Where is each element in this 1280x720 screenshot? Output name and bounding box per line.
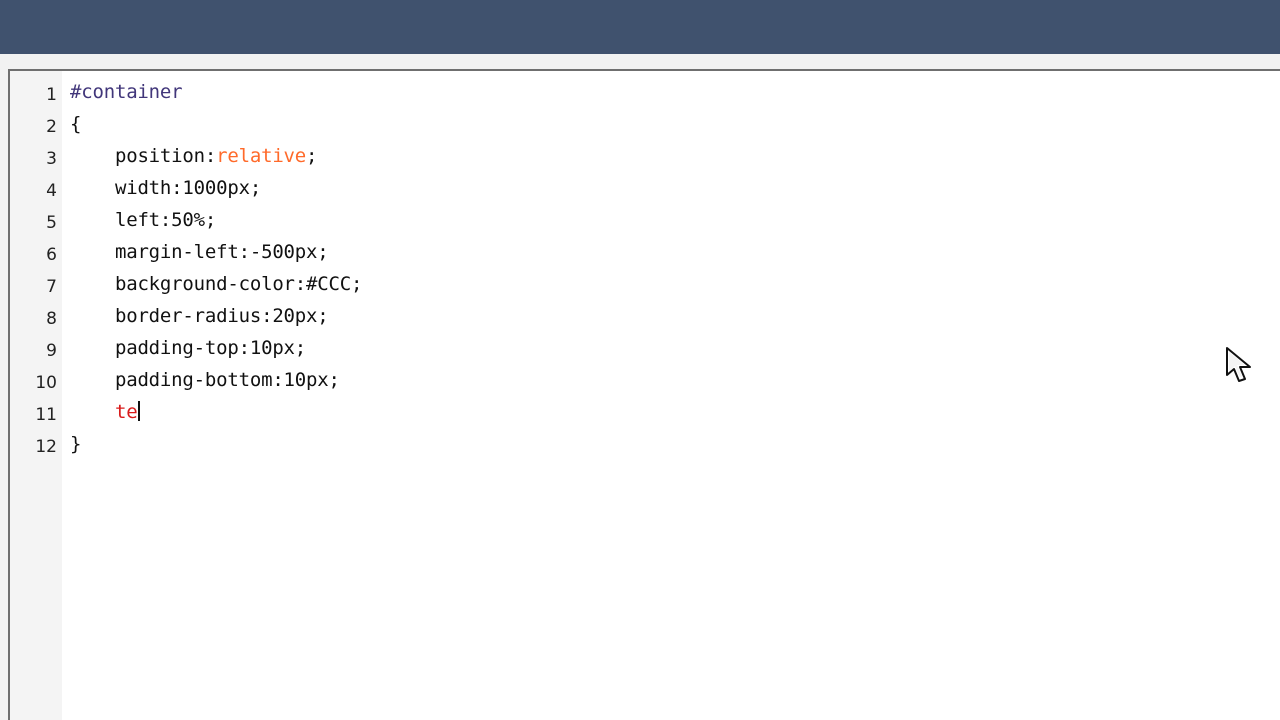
code-line[interactable]: 7 background-color:#CCC; [10,269,1270,299]
declaration-text: padding-top:10px; [114,337,307,359]
css-declaration[interactable]: position:relative; [70,141,318,171]
declaration-text: left:50%; [114,209,217,231]
title-bar [0,0,1280,54]
css-declaration[interactable]: padding-top:10px; [70,333,306,363]
property-name: position: [114,145,217,167]
css-declaration[interactable]: margin-left:-500px; [70,237,329,267]
declaration-text: padding-bottom:10px; [114,369,340,391]
typing-line[interactable]: te [70,397,141,427]
mouse-pointer-icon [1226,347,1251,382]
text-caret [138,401,141,421]
code-editor[interactable]: 1 #container 2 { 3 position:relative; 4 … [8,69,1280,720]
css-declaration[interactable]: width:1000px; [70,173,261,203]
code-line[interactable]: 3 position:relative; [10,141,1270,171]
line-number: 12 [35,437,57,457]
line-number: 6 [46,245,57,265]
declaration-text: margin-left:-500px; [114,241,329,263]
line-number: 2 [46,117,57,137]
declaration-text: border-radius:20px; [114,305,329,327]
css-declaration[interactable]: background-color:#CCC; [70,269,362,299]
declaration-text: width:1000px; [114,177,262,199]
css-selector[interactable]: #container [70,77,183,107]
code-line[interactable]: 12 } [10,429,1270,459]
css-declaration[interactable]: left:50%; [70,205,216,235]
css-declaration[interactable]: padding-bottom:10px; [70,365,340,395]
property-value: relative [216,145,307,167]
code-line[interactable]: 11 te [10,397,1270,427]
line-number: 5 [46,213,57,233]
line-number: 7 [46,277,57,297]
code-line[interactable]: 1 #container [10,77,1270,107]
line-number: 4 [46,181,57,201]
code-line[interactable]: 10 padding-bottom:10px; [10,365,1270,395]
declaration-text: background-color:#CCC; [114,273,363,295]
code-line[interactable]: 8 border-radius:20px; [10,301,1270,331]
opening-brace[interactable]: { [70,109,81,139]
code-line[interactable]: 2 { [10,109,1270,139]
code-line[interactable]: 6 margin-left:-500px; [10,237,1270,267]
semicolon: ; [306,145,318,167]
line-number: 8 [46,309,57,329]
partial-property-name: te [114,401,138,423]
line-number: 1 [46,85,57,105]
code-line[interactable]: 9 padding-top:10px; [10,333,1270,363]
line-number: 10 [35,373,57,393]
code-line[interactable]: 4 width:1000px; [10,173,1270,203]
line-number: 3 [46,149,57,169]
code-line[interactable]: 5 left:50%; [10,205,1270,235]
line-number: 11 [35,405,57,425]
line-number: 9 [46,341,57,361]
closing-brace[interactable]: } [70,429,81,459]
css-declaration[interactable]: border-radius:20px; [70,301,329,331]
